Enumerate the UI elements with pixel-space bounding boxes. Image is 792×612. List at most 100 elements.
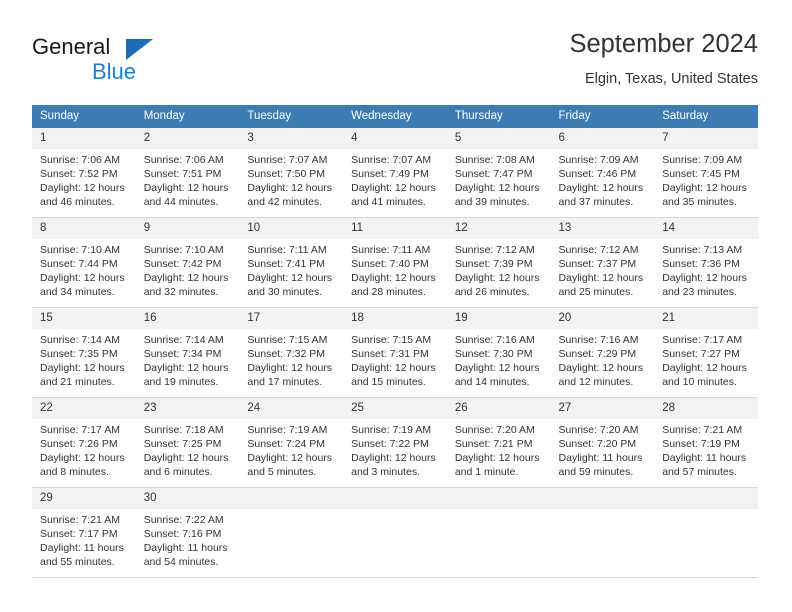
day-cell-empty: [343, 487, 447, 578]
day-cell[interactable]: 11 Sunrise: 7:11 AM Sunset: 7:40 PM Dayl…: [343, 217, 447, 308]
day-cell[interactable]: 3 Sunrise: 7:07 AM Sunset: 7:50 PM Dayli…: [239, 127, 344, 218]
day-cell[interactable]: 26 Sunrise: 7:20 AM Sunset: 7:21 PM Dayl…: [446, 397, 551, 488]
sunrise-text: Sunrise: 7:10 AM: [40, 244, 120, 256]
day-details: Sunrise: 7:20 AM Sunset: 7:20 PM Dayligh…: [551, 419, 655, 479]
day-cell[interactable]: 9 Sunrise: 7:10 AM Sunset: 7:42 PM Dayli…: [135, 217, 240, 308]
day-number: [239, 488, 344, 509]
daylight-text-line2: and 30 minutes.: [247, 286, 323, 299]
day-number: 22: [32, 398, 136, 419]
day-number: 2: [135, 128, 240, 149]
sunset-text: Sunset: 7:27 PM: [662, 348, 740, 361]
day-cell[interactable]: 22 Sunrise: 7:17 AM Sunset: 7:26 PM Dayl…: [32, 397, 136, 488]
sunrise-text: Sunrise: 7:17 AM: [662, 334, 743, 346]
sunset-text: Sunset: 7:37 PM: [558, 258, 637, 271]
day-number: 28: [654, 398, 758, 419]
sunrise-text: Sunrise: 7:14 AM: [40, 334, 120, 346]
day-details: Sunrise: 7:21 AM Sunset: 7:19 PM Dayligh…: [654, 419, 758, 479]
day-details: Sunrise: 7:06 AM Sunset: 7:52 PM Dayligh…: [32, 149, 136, 209]
day-cell[interactable]: 10 Sunrise: 7:11 AM Sunset: 7:41 PM Dayl…: [239, 217, 344, 308]
day-number: 8: [32, 218, 136, 239]
day-cell[interactable]: 19 Sunrise: 7:16 AM Sunset: 7:30 PM Dayl…: [446, 307, 551, 398]
sunset-text: Sunset: 7:39 PM: [454, 258, 533, 271]
daylight-text-line1: Daylight: 12 hours: [351, 272, 436, 285]
daylight-text-line1: Daylight: 12 hours: [454, 452, 540, 465]
day-cell[interactable]: 23 Sunrise: 7:18 AM Sunset: 7:25 PM Dayl…: [135, 397, 240, 488]
daylight-text-line1: Daylight: 12 hours: [454, 362, 540, 375]
day-cell[interactable]: 6 Sunrise: 7:09 AM Sunset: 7:46 PM Dayli…: [550, 127, 655, 218]
day-details: Sunrise: 7:07 AM Sunset: 7:49 PM Dayligh…: [343, 149, 447, 209]
day-cell[interactable]: 17 Sunrise: 7:15 AM Sunset: 7:32 PM Dayl…: [239, 307, 344, 398]
day-details: Sunrise: 7:13 AM Sunset: 7:36 PM Dayligh…: [654, 239, 758, 299]
day-details: Sunrise: 7:21 AM Sunset: 7:17 PM Dayligh…: [32, 509, 136, 569]
day-number: 7: [654, 128, 758, 149]
day-cell[interactable]: 29 Sunrise: 7:21 AM Sunset: 7:17 PM Dayl…: [32, 487, 136, 578]
day-number: 20: [550, 308, 655, 329]
daylight-text-line1: Daylight: 11 hours: [40, 542, 124, 555]
day-details: Sunrise: 7:12 AM Sunset: 7:39 PM Dayligh…: [447, 239, 551, 299]
day-cell[interactable]: 4 Sunrise: 7:07 AM Sunset: 7:49 PM Dayli…: [343, 127, 447, 218]
day-number: 10: [239, 218, 344, 239]
sunset-text: Sunset: 7:44 PM: [40, 258, 118, 271]
sunrise-text: Sunrise: 7:09 AM: [662, 154, 743, 166]
daylight-text-line1: Daylight: 12 hours: [247, 182, 333, 195]
day-number: 17: [239, 308, 344, 329]
daylight-text-line1: Daylight: 12 hours: [351, 362, 436, 375]
day-cell[interactable]: 30 Sunrise: 7:22 AM Sunset: 7:16 PM Dayl…: [135, 487, 240, 578]
day-details: Sunrise: 7:10 AM Sunset: 7:42 PM Dayligh…: [136, 239, 240, 299]
logo-triangle-icon: [126, 39, 153, 60]
calendar-header-row: Sunday Monday Tuesday Wednesday Thursday…: [32, 105, 758, 128]
day-cell[interactable]: 1 Sunrise: 7:06 AM Sunset: 7:52 PM Dayli…: [32, 127, 136, 218]
day-cell[interactable]: 24 Sunrise: 7:19 AM Sunset: 7:24 PM Dayl…: [239, 397, 344, 488]
sunset-text: Sunset: 7:19 PM: [662, 438, 740, 451]
day-number: 18: [343, 308, 447, 329]
day-cell[interactable]: 7 Sunrise: 7:09 AM Sunset: 7:45 PM Dayli…: [654, 127, 758, 218]
day-cell[interactable]: 15 Sunrise: 7:14 AM Sunset: 7:35 PM Dayl…: [32, 307, 136, 398]
day-cell[interactable]: 18 Sunrise: 7:15 AM Sunset: 7:31 PM Dayl…: [343, 307, 447, 398]
sunset-text: Sunset: 7:26 PM: [40, 438, 118, 451]
day-details: Sunrise: 7:14 AM Sunset: 7:34 PM Dayligh…: [136, 329, 240, 389]
sunset-text: Sunset: 7:51 PM: [143, 168, 222, 181]
daylight-text-line2: and 1 minute.: [454, 466, 519, 479]
day-cell[interactable]: 8 Sunrise: 7:10 AM Sunset: 7:44 PM Dayli…: [32, 217, 136, 308]
daylight-text-line1: Daylight: 12 hours: [143, 362, 229, 375]
day-number: [446, 488, 551, 509]
day-details: Sunrise: 7:12 AM Sunset: 7:37 PM Dayligh…: [551, 239, 655, 299]
daylight-text-line2: and 15 minutes.: [351, 376, 426, 389]
sunset-text: Sunset: 7:16 PM: [143, 528, 222, 541]
day-number: 15: [32, 308, 136, 329]
day-cell[interactable]: 28 Sunrise: 7:21 AM Sunset: 7:19 PM Dayl…: [654, 397, 758, 488]
day-details: Sunrise: 7:11 AM Sunset: 7:41 PM Dayligh…: [239, 239, 343, 299]
day-cell[interactable]: 25 Sunrise: 7:19 AM Sunset: 7:22 PM Dayl…: [343, 397, 447, 488]
sunrise-text: Sunrise: 7:21 AM: [662, 424, 743, 436]
day-cell[interactable]: 14 Sunrise: 7:13 AM Sunset: 7:36 PM Dayl…: [654, 217, 758, 308]
day-details: Sunrise: 7:19 AM Sunset: 7:24 PM Dayligh…: [239, 419, 343, 479]
day-cell[interactable]: 20 Sunrise: 7:16 AM Sunset: 7:29 PM Dayl…: [550, 307, 655, 398]
day-number: 16: [135, 308, 240, 329]
day-cell[interactable]: 13 Sunrise: 7:12 AM Sunset: 7:37 PM Dayl…: [550, 217, 655, 308]
day-number: 12: [446, 218, 551, 239]
day-number: 14: [654, 218, 758, 239]
daylight-text-line2: and 17 minutes.: [247, 376, 323, 389]
daylight-text-line2: and 19 minutes.: [143, 376, 219, 389]
day-number: [343, 488, 447, 509]
sunset-text: Sunset: 7:30 PM: [454, 348, 533, 361]
day-cell[interactable]: 12 Sunrise: 7:12 AM Sunset: 7:39 PM Dayl…: [446, 217, 551, 308]
day-number: 21: [654, 308, 758, 329]
day-cell[interactable]: 27 Sunrise: 7:20 AM Sunset: 7:20 PM Dayl…: [550, 397, 655, 488]
page-title: September 2024: [569, 30, 758, 58]
daylight-text-line2: and 26 minutes.: [454, 286, 530, 299]
day-cell[interactable]: 16 Sunrise: 7:14 AM Sunset: 7:34 PM Dayl…: [135, 307, 240, 398]
sunset-text: Sunset: 7:49 PM: [351, 168, 429, 181]
sunrise-text: Sunrise: 7:10 AM: [143, 244, 224, 256]
daylight-text-line1: Daylight: 11 hours: [143, 542, 228, 555]
day-number: 3: [239, 128, 344, 149]
day-cell[interactable]: 21 Sunrise: 7:17 AM Sunset: 7:27 PM Dayl…: [654, 307, 758, 398]
sunrise-text: Sunrise: 7:20 AM: [558, 424, 639, 436]
general-blue-logo[interactable]: General Blue: [32, 34, 202, 92]
daylight-text-line1: Daylight: 12 hours: [40, 182, 125, 195]
sunset-text: Sunset: 7:50 PM: [247, 168, 326, 181]
sunrise-text: Sunrise: 7:16 AM: [454, 334, 535, 346]
daylight-text-line1: Daylight: 12 hours: [454, 272, 540, 285]
day-cell[interactable]: 5 Sunrise: 7:08 AM Sunset: 7:47 PM Dayli…: [446, 127, 551, 218]
day-cell[interactable]: 2 Sunrise: 7:06 AM Sunset: 7:51 PM Dayli…: [135, 127, 240, 218]
